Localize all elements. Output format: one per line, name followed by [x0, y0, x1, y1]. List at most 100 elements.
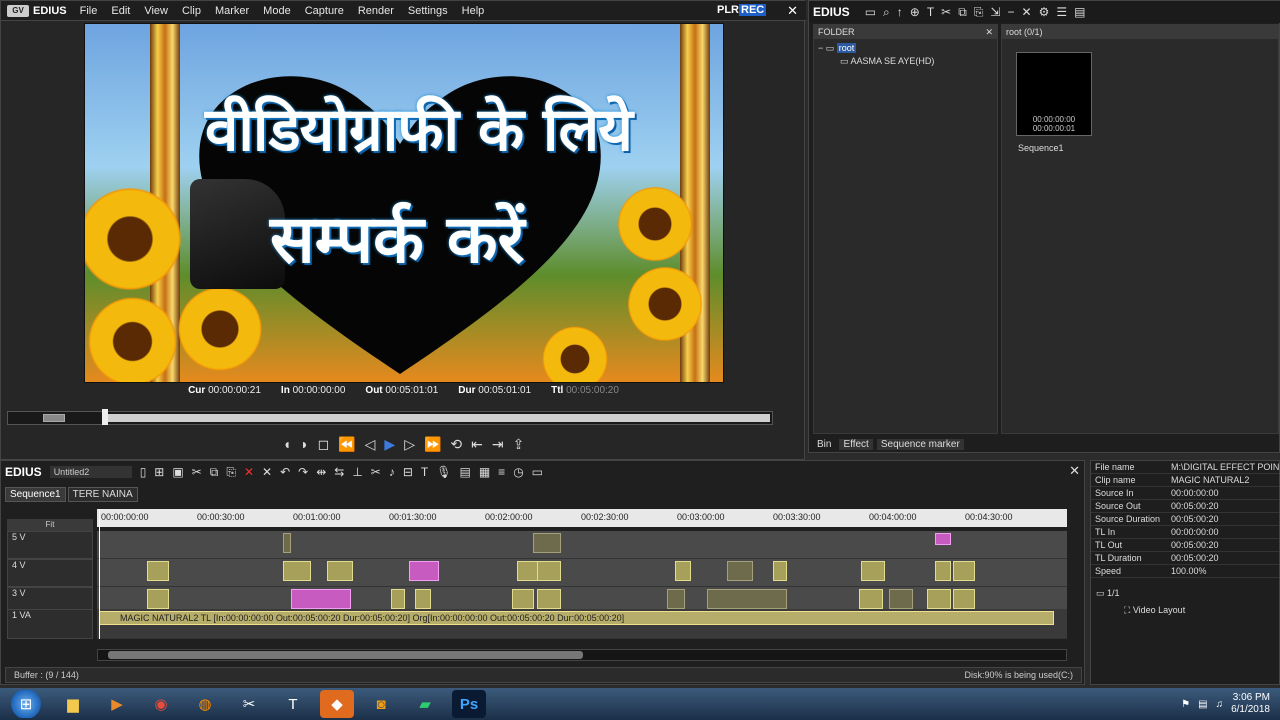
menu-file[interactable]: File: [73, 1, 105, 21]
step-forward-icon[interactable]: ▷: [404, 436, 415, 453]
timeline-clip[interactable]: [537, 561, 561, 581]
video-layout-item[interactable]: ⛶ Video Layout: [1096, 599, 1274, 616]
overwrite-icon[interactable]: ⇥: [492, 436, 504, 453]
timeline-clip[interactable]: [533, 533, 561, 553]
loop-icon[interactable]: ⟲: [450, 436, 462, 453]
mic-icon[interactable]: 🎙: [436, 465, 451, 479]
marker-icon[interactable]: ⊥: [352, 465, 362, 479]
timeline-clip[interactable]: [667, 589, 685, 609]
tree-item-child[interactable]: ▭ AASMA SE AYE(HD): [818, 55, 993, 68]
cut-icon[interactable]: ✂: [192, 465, 202, 479]
edius-taskbar-icon[interactable]: ▰: [408, 690, 442, 718]
view-icon[interactable]: ☰: [1056, 5, 1067, 19]
track-header-4v[interactable]: 4 V: [7, 559, 93, 587]
track-3v[interactable]: [97, 587, 1067, 611]
timeline-clip[interactable]: [859, 589, 883, 609]
play-icon[interactable]: ▶: [384, 436, 395, 453]
timeline-icon[interactable]: ⇲: [990, 5, 1000, 19]
tab-tere-naina[interactable]: TERE NAINA: [67, 487, 138, 502]
stop-icon[interactable]: ◻: [318, 436, 330, 453]
timeline-clip[interactable]: [517, 561, 539, 581]
open-icon[interactable]: ⊞: [154, 465, 164, 479]
close-icon[interactable]: ✕: [1069, 463, 1080, 479]
settings-icon[interactable]: ▭: [532, 465, 543, 479]
menu-edit[interactable]: Edit: [104, 1, 137, 21]
up-icon[interactable]: ↑: [897, 5, 903, 19]
undo-icon[interactable]: ↶: [280, 465, 290, 479]
timeline-clip[interactable]: [147, 561, 169, 581]
timeline-clip[interactable]: [147, 589, 169, 609]
insert-icon[interactable]: ⇤: [471, 436, 483, 453]
split-icon[interactable]: ⇹: [316, 465, 326, 479]
menu-help[interactable]: Help: [455, 1, 492, 21]
timeline-clip[interactable]: [861, 561, 885, 581]
flag-icon[interactable]: ⚑: [1181, 699, 1190, 710]
menu-capture[interactable]: Capture: [298, 1, 351, 21]
timeline-clip[interactable]: [953, 561, 975, 581]
fast-forward-icon[interactable]: ⏩: [424, 436, 441, 453]
timeline-clip[interactable]: [889, 589, 913, 609]
timeline-clip[interactable]: [415, 589, 431, 609]
sequence-thumbnail[interactable]: 00:00:00:00 00:00:00:01: [1016, 52, 1092, 136]
menu-icon[interactable]: ▤: [1074, 5, 1085, 19]
razor-icon[interactable]: ✂: [371, 465, 381, 479]
paste-icon[interactable]: ⎘: [974, 5, 984, 20]
audio-icon[interactable]: ♪: [389, 465, 395, 479]
menu-clip[interactable]: Clip: [175, 1, 208, 21]
explorer-icon[interactable]: ▆: [56, 690, 90, 718]
shuttle-handle[interactable]: [43, 414, 65, 422]
folder-icon[interactable]: ▭: [865, 5, 876, 19]
copy-icon[interactable]: ⧉: [958, 5, 967, 20]
timeline-cursor[interactable]: [99, 509, 100, 639]
timeline-clip[interactable]: [953, 589, 975, 609]
group-icon[interactable]: ⊟: [403, 465, 413, 479]
track-header-1va[interactable]: 1 VA: [7, 609, 93, 639]
tab-sequence1[interactable]: Sequence1: [5, 487, 66, 502]
app-icon[interactable]: ◆: [320, 690, 354, 718]
fit-zoom[interactable]: Fit: [7, 519, 93, 531]
timeline-clip[interactable]: [327, 561, 353, 581]
sync-icon[interactable]: ⇆: [334, 465, 344, 479]
timeline-clip[interactable]: [707, 589, 787, 609]
timeline-clip[interactable]: [935, 533, 951, 545]
tab-bin[interactable]: Bin: [813, 439, 835, 450]
save-icon[interactable]: ▣: [172, 465, 183, 479]
tab-sequence-marker[interactable]: Sequence marker: [876, 438, 964, 450]
close-icon[interactable]: ✕: [787, 3, 798, 19]
step-back-icon[interactable]: ◁: [365, 436, 376, 453]
timeline-clip[interactable]: [409, 561, 439, 581]
media-player-icon[interactable]: ▶: [100, 690, 134, 718]
timeline-clip[interactable]: [927, 589, 951, 609]
mixer-icon[interactable]: ≡: [498, 465, 505, 479]
delete-icon[interactable]: ✕: [1022, 5, 1032, 19]
clock-icon[interactable]: ◷: [513, 465, 523, 479]
volume-icon[interactable]: ♫: [1216, 699, 1224, 710]
clock[interactable]: 3:06 PM 6/1/2018: [1231, 692, 1270, 716]
set-out-icon[interactable]: ◗: [300, 436, 308, 452]
track-4v[interactable]: [97, 559, 1067, 587]
search-icon[interactable]: ⌕: [883, 5, 890, 20]
cut-icon[interactable]: ✂: [941, 5, 951, 19]
ripple-delete-icon[interactable]: ✕: [262, 465, 272, 479]
start-button[interactable]: ⊞: [6, 690, 46, 718]
redo-icon[interactable]: ↷: [298, 465, 308, 479]
close-icon[interactable]: ✕: [985, 25, 993, 39]
scrub-handle[interactable]: [102, 409, 108, 425]
timeline-clip[interactable]: [283, 533, 291, 553]
scrub-bar[interactable]: [7, 409, 773, 425]
timeline-clip[interactable]: [391, 589, 405, 609]
network-icon[interactable]: ▤: [1198, 699, 1207, 710]
timeline-clip[interactable]: [537, 589, 561, 609]
tool-icon[interactable]: ✂: [232, 690, 266, 718]
menu-view[interactable]: View: [137, 1, 175, 21]
time-ruler[interactable]: 00:00:00:00 00:00:30:00 00:01:00:00 00:01:3…: [97, 509, 1067, 527]
tab-effect[interactable]: Effect: [839, 438, 873, 450]
title-icon[interactable]: T: [927, 5, 934, 19]
firefox-icon[interactable]: ◍: [188, 690, 222, 718]
minus-icon[interactable]: −: [1007, 5, 1014, 19]
export-icon[interactable]: ⇪: [513, 436, 525, 453]
timeline-clip[interactable]: [727, 561, 753, 581]
timeline-clip[interactable]: [291, 589, 351, 609]
rewind-icon[interactable]: ⏪: [338, 436, 355, 453]
add-icon[interactable]: ⊕: [910, 5, 920, 19]
